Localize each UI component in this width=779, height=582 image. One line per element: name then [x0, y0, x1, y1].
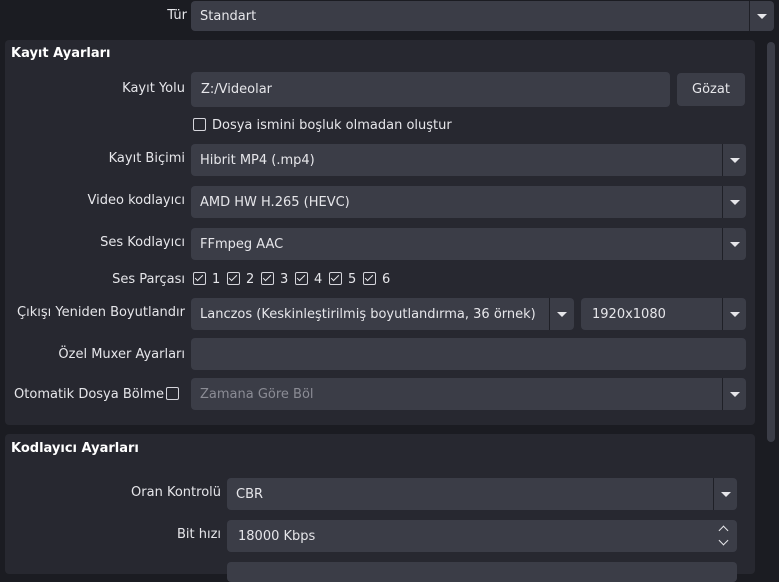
audio-track-label: Ses Parçası [112, 272, 185, 287]
no-space-label: Dosya ismini boşluk olmadan oluştur [212, 118, 452, 133]
auto-split-label: Otomatik Dosya Bölme [14, 387, 164, 402]
dropdown-separator [713, 478, 714, 510]
path-label: Kayıt Yolu [122, 81, 185, 96]
audio-encoder-dropdown[interactable]: FFmpeg AAC [191, 228, 746, 260]
dropdown-separator [722, 186, 723, 218]
path-input-value: Z:/Videolar [201, 82, 273, 97]
type-dropdown-value: Standart [200, 8, 257, 24]
chevron-down-icon [721, 492, 731, 497]
audio-encoder-label: Ses Kodlayıcı [100, 235, 185, 250]
increase-icon[interactable] [718, 525, 729, 536]
chevron-down-icon [730, 200, 740, 205]
chevron-down-icon [557, 312, 567, 317]
muxer-label: Özel Muxer Ayarları [58, 347, 185, 362]
audio-track-4-checkbox[interactable] [295, 272, 308, 285]
decrease-icon[interactable] [718, 535, 729, 546]
dropdown-separator [722, 298, 723, 330]
auto-split-checkbox[interactable] [166, 387, 179, 400]
audio-track-5-checkbox[interactable] [329, 272, 342, 285]
recording-settings-title: Kayıt Ayarları [11, 46, 111, 61]
dropdown-separator [722, 378, 723, 410]
type-dropdown[interactable]: Standart [191, 1, 774, 31]
muxer-input[interactable] [191, 338, 746, 370]
auto-split-dropdown[interactable]: Zamana Göre Böl [191, 378, 746, 410]
audio-track-1-label: 1 [212, 272, 221, 287]
rescale-resolution-dropdown[interactable]: 1920x1080 [581, 298, 746, 330]
rate-control-dropdown[interactable]: CBR [227, 478, 737, 510]
audio-track-2-checkbox[interactable] [227, 272, 240, 285]
chevron-down-icon [730, 312, 740, 317]
audio-encoder-value: FFmpeg AAC [200, 236, 284, 252]
encoder-settings-title: Kodlayıcı Ayarları [11, 441, 139, 456]
audio-track-2-label: 2 [246, 272, 255, 287]
video-encoder-value: AMD HW H.265 (HEVC) [200, 194, 350, 210]
chevron-down-icon [730, 158, 740, 163]
scrollbar-thumb[interactable] [767, 42, 775, 442]
dropdown-separator [749, 1, 750, 31]
type-label: Tür [167, 8, 187, 23]
bitrate-spinbox[interactable]: 18000 Kbps [227, 520, 737, 552]
next-field-partial[interactable] [227, 562, 737, 582]
dropdown-separator [722, 144, 723, 176]
rate-control-value: CBR [236, 486, 264, 502]
chevron-down-icon [730, 392, 740, 397]
browse-button[interactable]: Gözat [677, 73, 745, 106]
bitrate-label: Bit hızı [176, 527, 221, 542]
format-dropdown-value: Hibrit MP4 (.mp4) [200, 152, 315, 168]
rescale-filter-dropdown[interactable]: Lanczos (Keskinleştirilmiş boyutlandırma… [191, 298, 574, 330]
dropdown-separator [549, 298, 550, 330]
audio-track-6-label: 6 [382, 272, 391, 287]
chevron-down-icon [757, 14, 767, 19]
video-encoder-label: Video kodlayıcı [87, 193, 185, 208]
audio-track-3-label: 3 [280, 272, 289, 287]
chevron-down-icon [730, 242, 740, 247]
rate-control-label: Oran Kontrolü [131, 485, 221, 500]
format-label: Kayıt Biçimi [108, 151, 185, 166]
audio-track-4-label: 4 [314, 272, 323, 287]
audio-track-3-checkbox[interactable] [261, 272, 274, 285]
bitrate-value: 18000 Kbps [238, 528, 316, 544]
rescale-resolution-value: 1920x1080 [592, 306, 666, 322]
audio-track-5-label: 5 [348, 272, 357, 287]
path-input[interactable]: Z:/Videolar [191, 72, 670, 107]
audio-track-6-checkbox[interactable] [363, 272, 376, 285]
format-dropdown[interactable]: Hibrit MP4 (.mp4) [191, 144, 746, 176]
dropdown-separator [722, 228, 723, 260]
video-encoder-dropdown[interactable]: AMD HW H.265 (HEVC) [191, 186, 746, 218]
auto-split-value: Zamana Göre Böl [200, 386, 314, 402]
no-space-checkbox[interactable] [193, 118, 206, 131]
rescale-label: Çıkışı Yeniden Boyutlandır [17, 305, 185, 320]
rescale-filter-value: Lanczos (Keskinleştirilmiş boyutlandırma… [200, 306, 536, 322]
audio-track-1-checkbox[interactable] [193, 272, 206, 285]
